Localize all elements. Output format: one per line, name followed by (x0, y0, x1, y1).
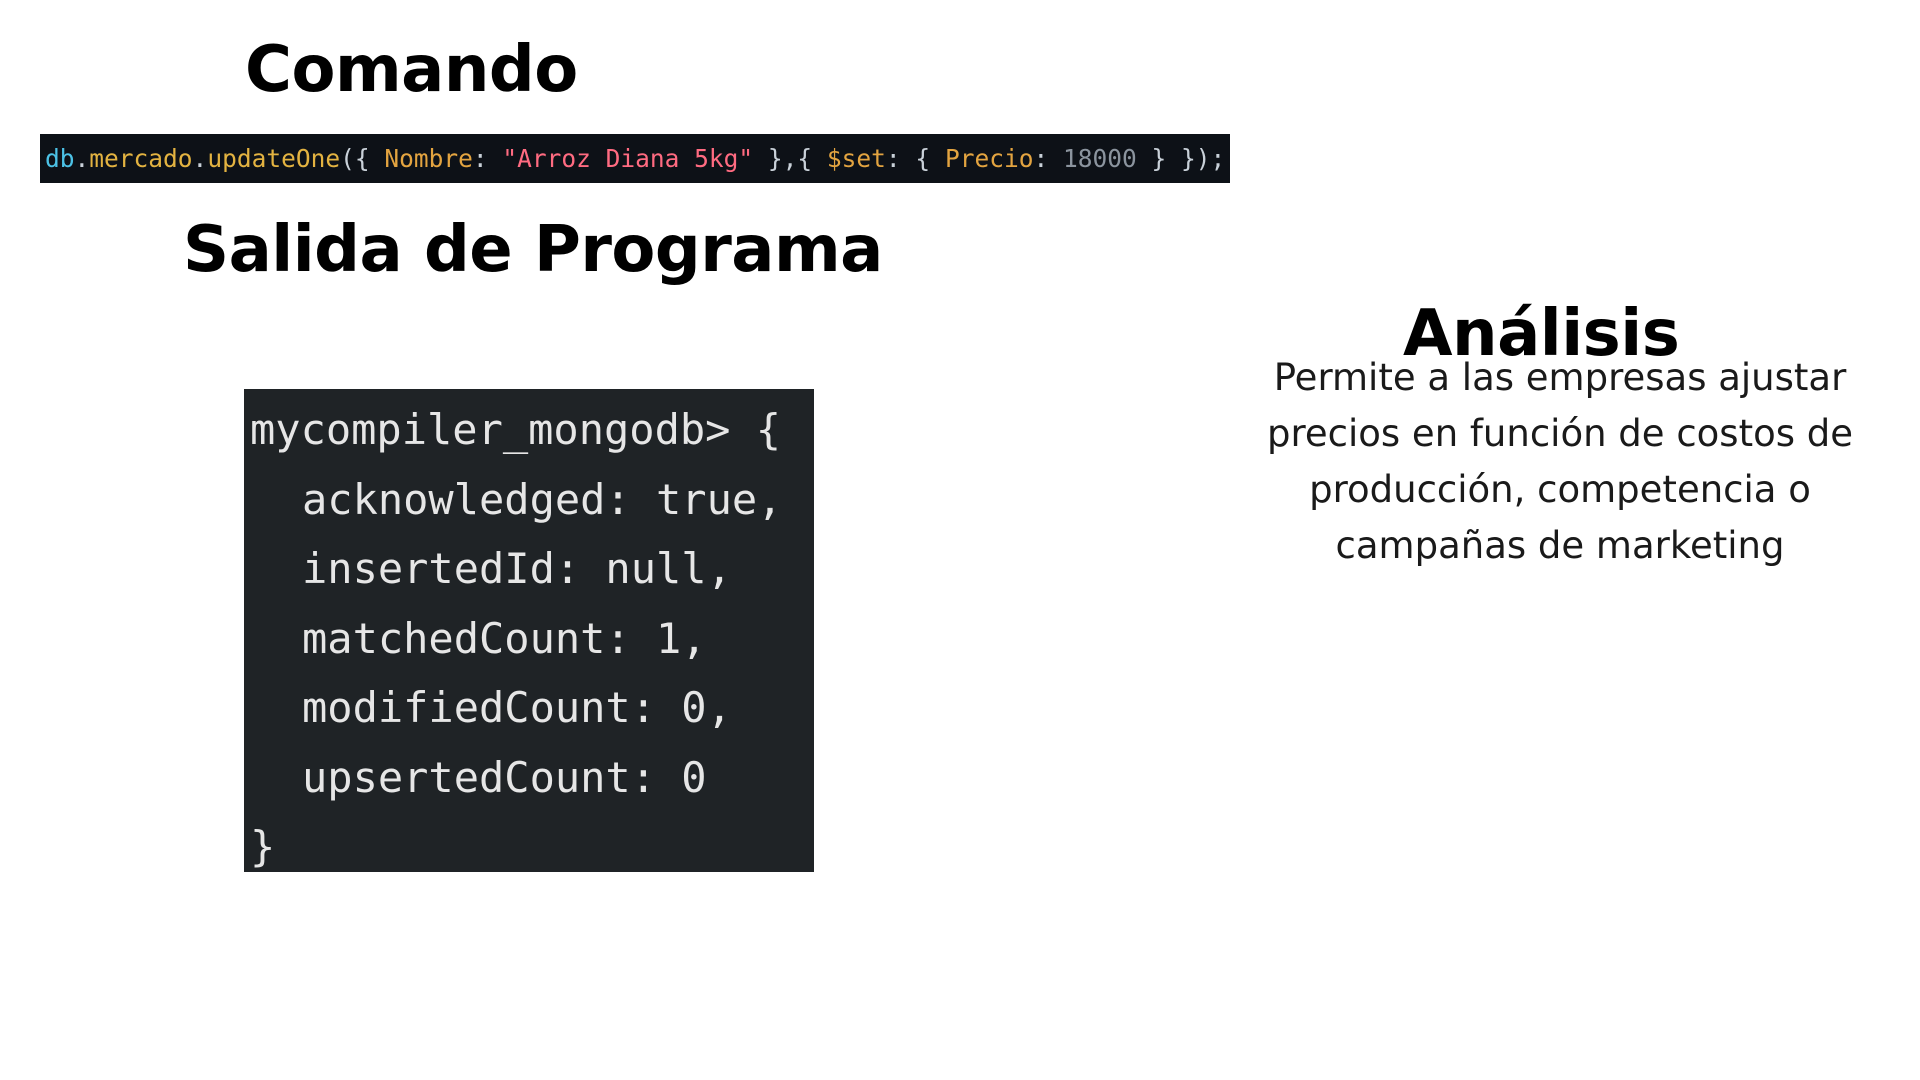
output-line-modified-count: modifiedCount: 0, (302, 683, 732, 732)
code-token-db: db (45, 144, 75, 173)
output-heading: Salida de Programa (183, 213, 883, 287)
code-token-key-set: $set (826, 144, 886, 173)
code-token-punctuation: ({ (340, 144, 385, 173)
output-line-acknowledged: acknowledged: true, (302, 474, 783, 524)
code-token-punctuation: } }); (1136, 144, 1226, 173)
code-token-punctuation: : { (885, 144, 945, 173)
output-line-upserted-count: upsertedCount: 0 (302, 752, 707, 802)
code-token-dot: . (74, 144, 90, 173)
output-line-closing-brace: } (250, 822, 276, 871)
code-token-key-nombre: Nombre (384, 144, 473, 173)
code-token-punctuation: : (1033, 144, 1063, 173)
code-token-string-value: "Arroz Diana 5kg" (502, 144, 754, 173)
command-heading: Comando (245, 33, 578, 107)
output-line-matched-count: matchedCount: 1, (302, 613, 707, 663)
code-token-punctuation: },{ (753, 144, 827, 173)
code-token-punctuation: : (472, 144, 503, 173)
code-token-dot: . (192, 144, 208, 173)
code-token-number-value: 18000 (1062, 144, 1137, 173)
output-line-prompt: mycompiler_mongodb> { (250, 405, 782, 454)
command-code-block: db.mercado.updateOne({ Nombre: "Arroz Di… (40, 134, 1230, 183)
output-line-inserted-id: insertedId: null, (302, 544, 732, 593)
code-token-method: updateOne (207, 144, 341, 173)
program-output-block: mycompiler_mongodb> { acknowledged: true,… (244, 389, 814, 872)
code-token-key-precio: Precio (944, 144, 1034, 173)
code-token-collection: mercado (89, 144, 193, 173)
analysis-paragraph: Permite a las empresas ajustar precios e… (1266, 356, 1854, 567)
